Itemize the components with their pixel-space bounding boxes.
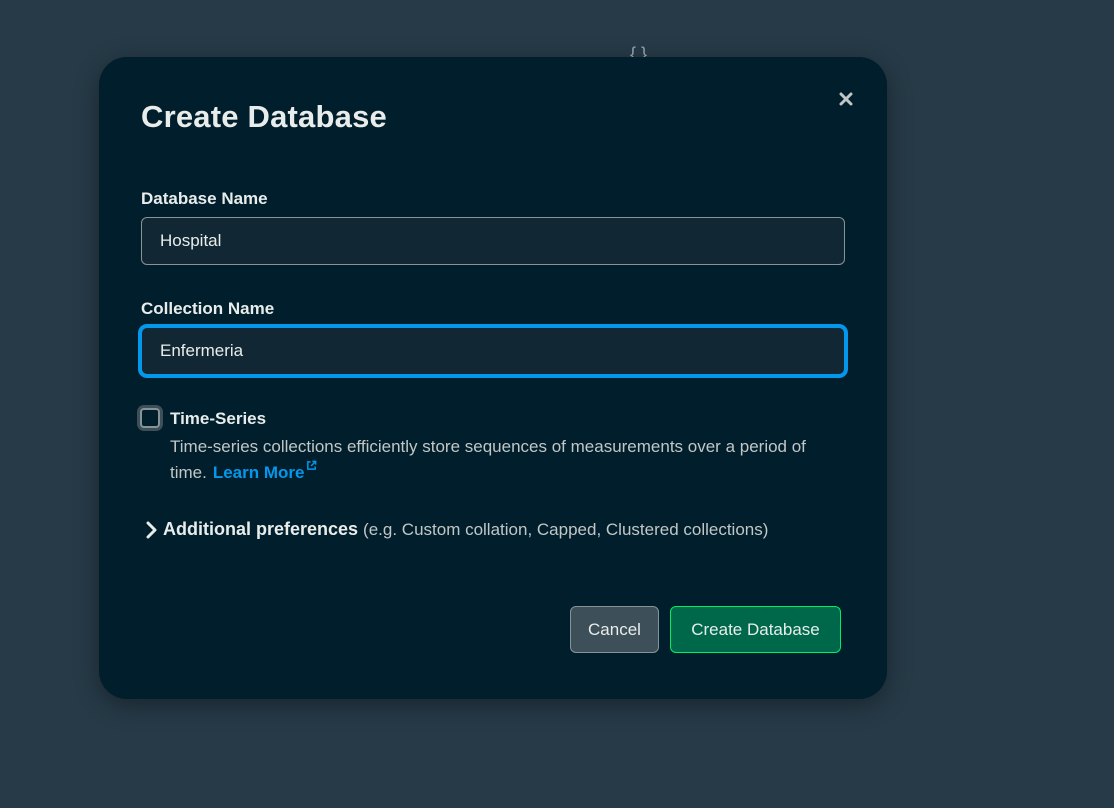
cancel-button[interactable]: Cancel [570, 606, 659, 653]
close-button[interactable] [832, 85, 860, 113]
collection-name-input[interactable] [141, 327, 845, 375]
learn-more-label: Learn More [212, 463, 305, 482]
learn-more-link[interactable]: Learn More [212, 460, 318, 482]
chevron-right-icon [143, 520, 159, 540]
external-link-icon [307, 460, 317, 471]
database-name-label: Database Name [141, 189, 268, 208]
create-database-modal: Create Database Database Name Collection… [99, 57, 887, 699]
additional-preferences-hint: (e.g. Custom collation, Capped, Clustere… [363, 519, 769, 539]
collection-name-label: Collection Name [141, 299, 275, 318]
additional-preferences-toggle[interactable]: Additional preferences (e.g. Custom coll… [143, 519, 768, 540]
time-series-label[interactable]: Time-Series [170, 409, 266, 429]
modal-title: Create Database [141, 99, 387, 134]
time-series-description: Time-series collections efficiently stor… [170, 434, 850, 486]
time-series-checkbox[interactable] [140, 408, 160, 428]
close-icon [839, 92, 853, 106]
create-database-button[interactable]: Create Database [670, 606, 841, 653]
additional-preferences-title: Additional preferences [163, 519, 359, 539]
database-name-input[interactable] [141, 217, 845, 265]
